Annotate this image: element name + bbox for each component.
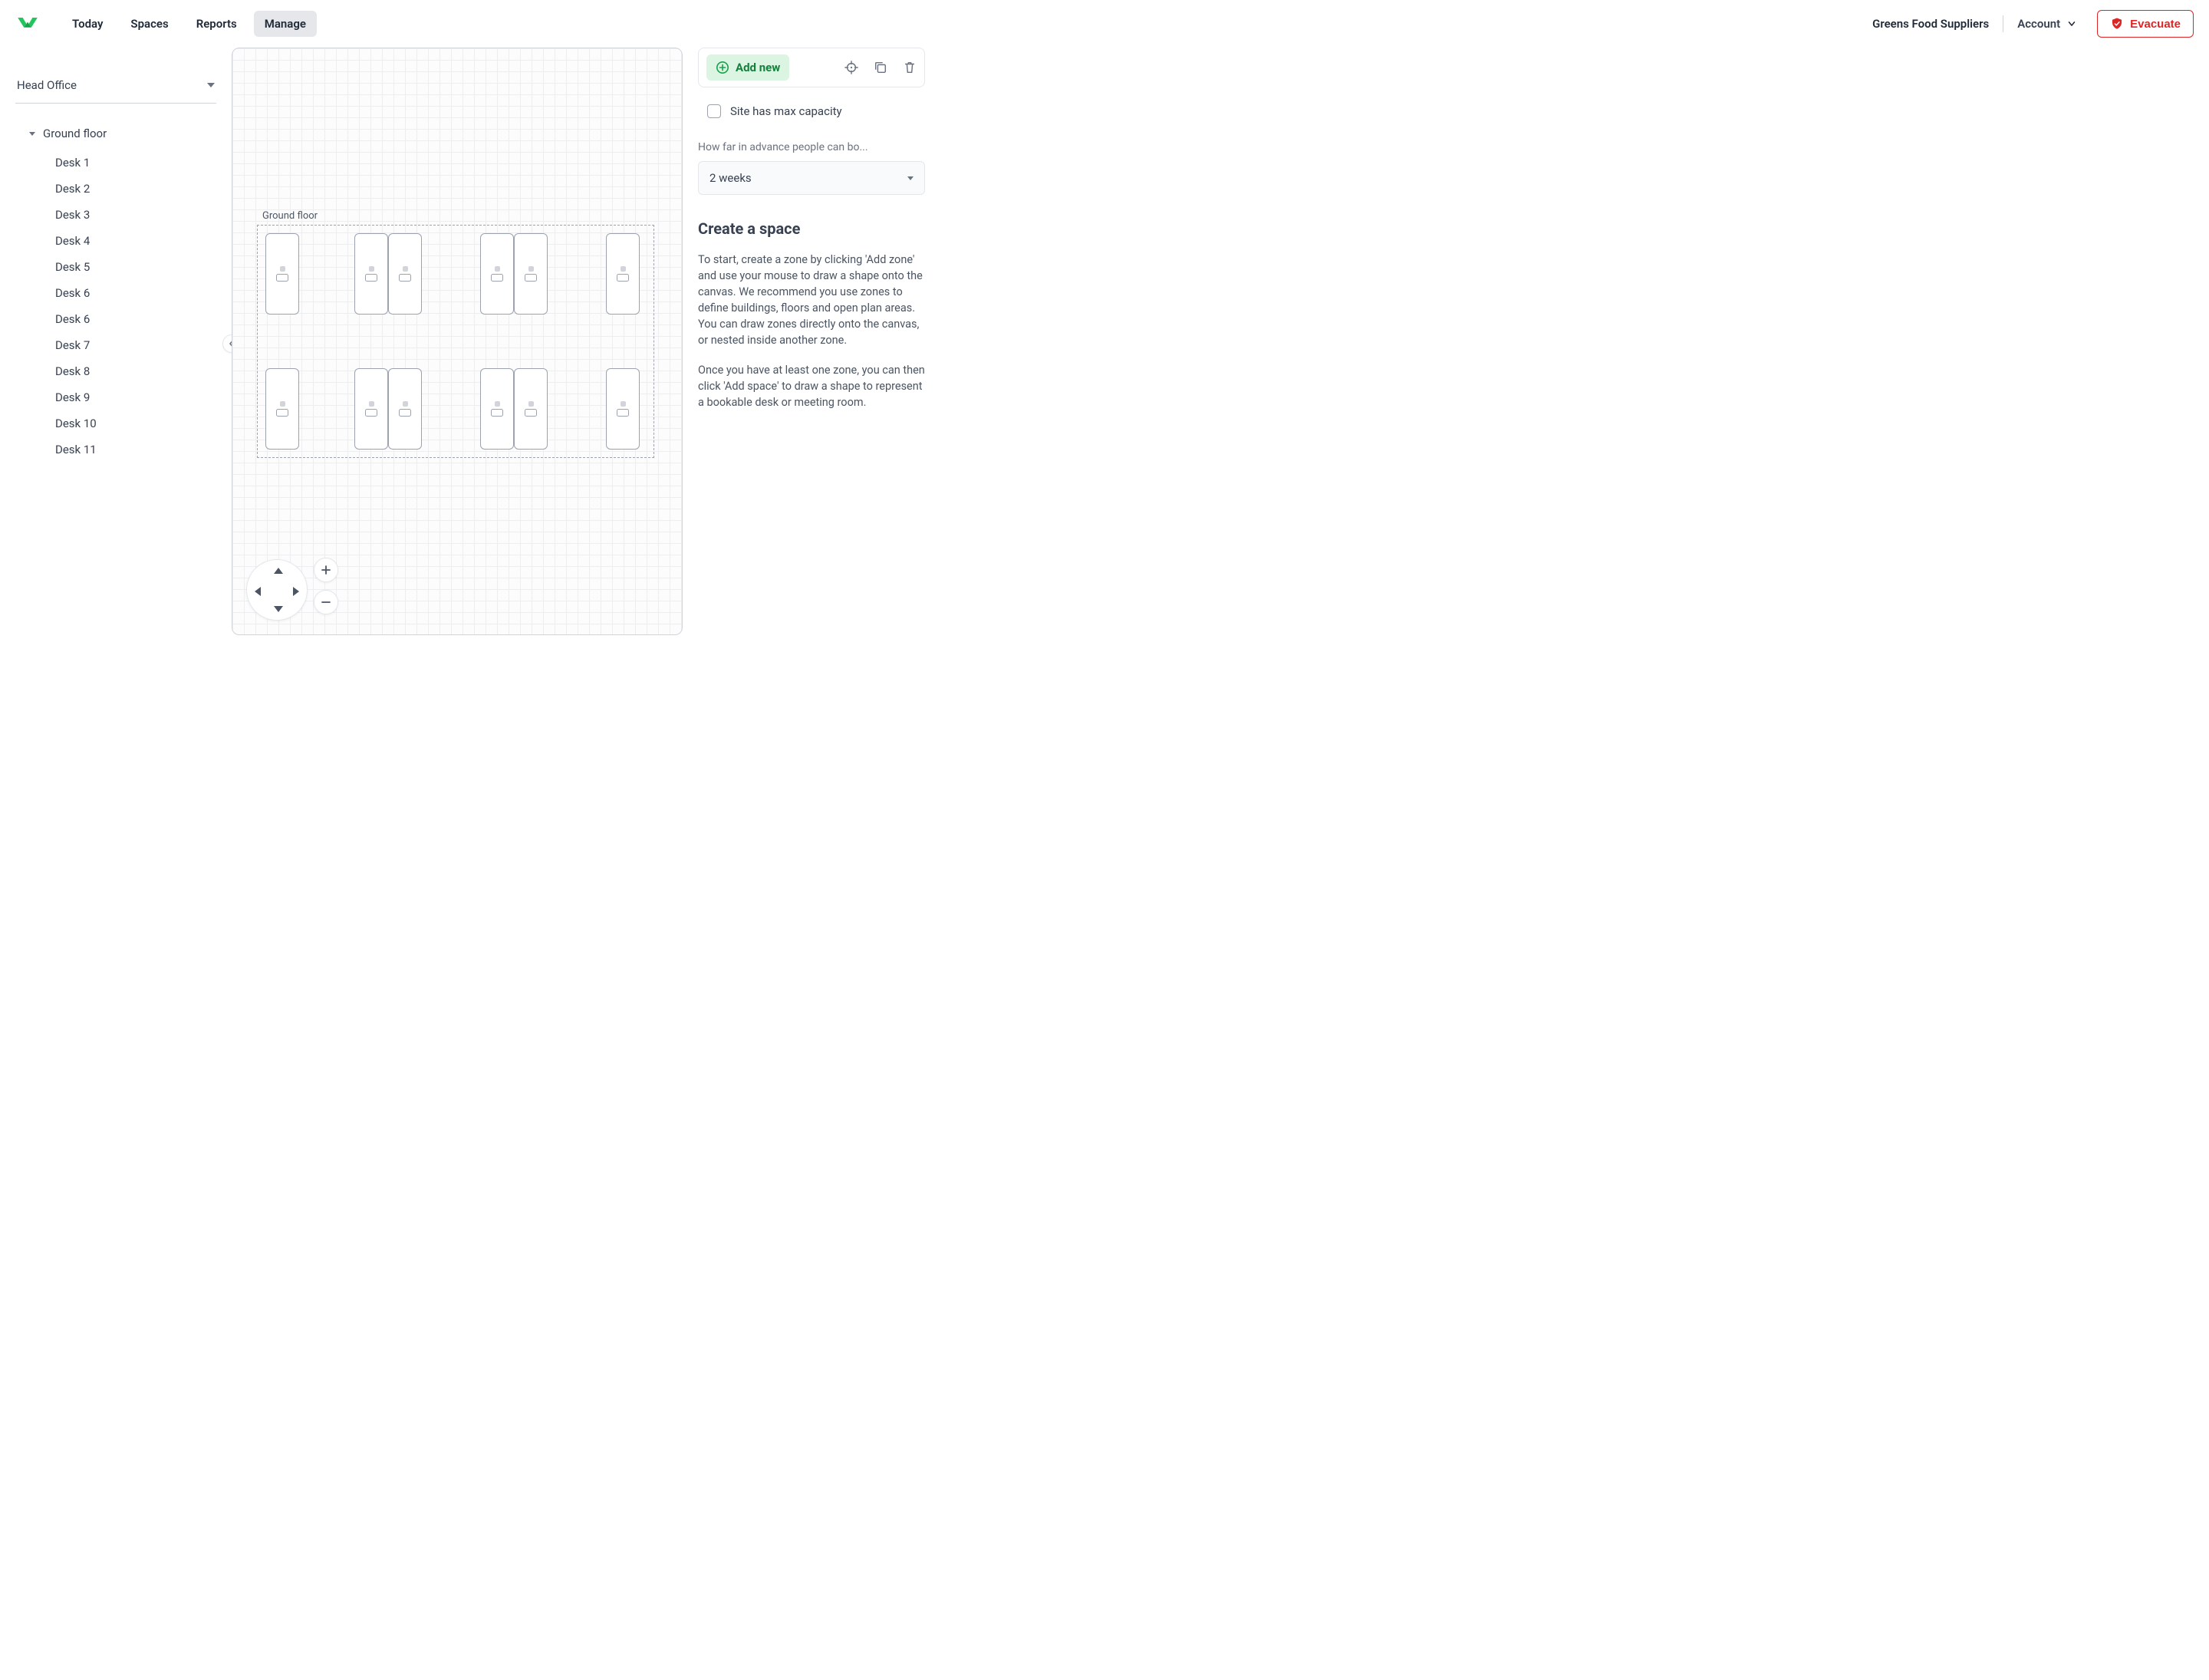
caret-down-icon (29, 132, 35, 136)
crosshair-icon (844, 61, 858, 74)
advance-booking-label: How far in advance people can bo... (698, 141, 925, 153)
nav-reports[interactable]: Reports (186, 11, 248, 37)
desk[interactable] (388, 233, 422, 315)
tree-desk-item[interactable]: Desk 6 (55, 280, 216, 306)
desk-icon (399, 266, 411, 282)
space-tree: Ground floor Desk 1Desk 2Desk 3Desk 4Des… (15, 122, 216, 463)
zoom-out-button[interactable] (314, 590, 338, 614)
desk-icon (525, 401, 537, 417)
desk[interactable] (606, 368, 640, 450)
nav-manage[interactable]: Manage (254, 11, 317, 37)
desk[interactable] (388, 368, 422, 450)
tree-desk-item[interactable]: Desk 6 (55, 306, 216, 332)
site-selector[interactable]: Head Office (15, 74, 216, 104)
max-capacity-checkbox[interactable] (707, 104, 721, 118)
account-menu[interactable]: Account (2003, 17, 2091, 31)
panel-paragraph-1: To start, create a zone by clicking 'Add… (698, 252, 925, 348)
pan-control (246, 559, 308, 621)
canvas-container: Ground floor (232, 48, 683, 635)
tree-desk-item[interactable]: Desk 3 (55, 202, 216, 228)
caret-down-icon (907, 176, 914, 180)
advance-booking-value: 2 weeks (709, 171, 752, 185)
desk-icon (525, 266, 537, 282)
tree-desk-item[interactable]: Desk 5 (55, 254, 216, 280)
tree-desk-item[interactable]: Desk 1 (55, 150, 216, 176)
tree-desk-item[interactable]: Desk 4 (55, 228, 216, 254)
pan-down-button[interactable] (274, 606, 283, 612)
desk[interactable] (354, 233, 388, 315)
trash-icon (903, 61, 917, 74)
tree-desk-item[interactable]: Desk 9 (55, 384, 216, 410)
panel-heading: Create a space (698, 219, 925, 238)
desk[interactable] (265, 368, 299, 450)
pan-left-button[interactable] (255, 587, 261, 596)
plus-icon (321, 565, 331, 575)
pan-up-button[interactable] (274, 568, 283, 574)
nav-today[interactable]: Today (61, 11, 114, 37)
panel-paragraph-2: Once you have at least one zone, you can… (698, 362, 925, 410)
tree-desk-item[interactable]: Desk 11 (55, 436, 216, 463)
logo-icon (15, 12, 40, 36)
desk[interactable] (514, 233, 548, 315)
desk-icon (617, 401, 629, 417)
advance-booking-select[interactable]: 2 weeks (698, 161, 925, 195)
app-header: Today Spaces Reports Manage Greens Food … (0, 0, 2209, 48)
desk-icon (276, 401, 288, 417)
zoom-in-button[interactable] (314, 558, 338, 582)
desk[interactable] (354, 368, 388, 450)
floorplan-canvas[interactable]: Ground floor (232, 48, 683, 635)
duplicate-button[interactable] (874, 61, 887, 74)
main-nav: Today Spaces Reports Manage (61, 11, 317, 37)
copy-icon (874, 61, 887, 74)
desk-icon (365, 401, 377, 417)
sidebar: Head Office Ground floor Desk 1Desk 2Des… (15, 48, 216, 463)
site-name: Head Office (17, 78, 77, 92)
desk[interactable] (606, 233, 640, 315)
max-capacity-label: Site has max capacity (730, 104, 842, 118)
delete-button[interactable] (903, 61, 917, 74)
desk[interactable] (265, 233, 299, 315)
tree-zone[interactable]: Ground floor (26, 122, 216, 145)
add-new-button[interactable]: Add new (706, 54, 789, 81)
properties-panel: Add new (698, 48, 925, 410)
org-name: Greens Food Suppliers (1858, 17, 2003, 31)
desk-icon (399, 401, 411, 417)
logo[interactable] (15, 12, 40, 36)
desk[interactable] (480, 233, 514, 315)
plus-circle-icon (716, 61, 729, 74)
add-new-label: Add new (736, 61, 780, 74)
zoom-controls (314, 558, 338, 614)
minus-icon (321, 597, 331, 608)
desk-icon (365, 266, 377, 282)
evacuate-button[interactable]: Evacuate (2097, 10, 2194, 38)
tree-desk-item[interactable]: Desk 7 (55, 332, 216, 358)
pan-right-button[interactable] (293, 587, 299, 596)
caret-down-icon (207, 83, 215, 87)
tree-desk-item[interactable]: Desk 8 (55, 358, 216, 384)
panel-toolbar: Add new (698, 48, 925, 87)
desk-icon (491, 401, 503, 417)
chevron-down-icon (2066, 18, 2077, 29)
tree-desk-item[interactable]: Desk 10 (55, 410, 216, 436)
desk[interactable] (480, 368, 514, 450)
desk-icon (276, 266, 288, 282)
desk[interactable] (514, 368, 548, 450)
tree-desk-item[interactable]: Desk 2 (55, 176, 216, 202)
desk-icon (617, 266, 629, 282)
zone-outline[interactable]: Ground floor (257, 225, 654, 458)
account-label: Account (2017, 17, 2060, 31)
desk-icon (491, 266, 503, 282)
zone-label: Ground floor (262, 210, 318, 222)
zone-name: Ground floor (43, 127, 107, 140)
nav-spaces[interactable]: Spaces (120, 11, 179, 37)
evacuate-label: Evacuate (2130, 18, 2181, 31)
center-button[interactable] (844, 61, 858, 74)
shield-icon (2110, 17, 2124, 31)
